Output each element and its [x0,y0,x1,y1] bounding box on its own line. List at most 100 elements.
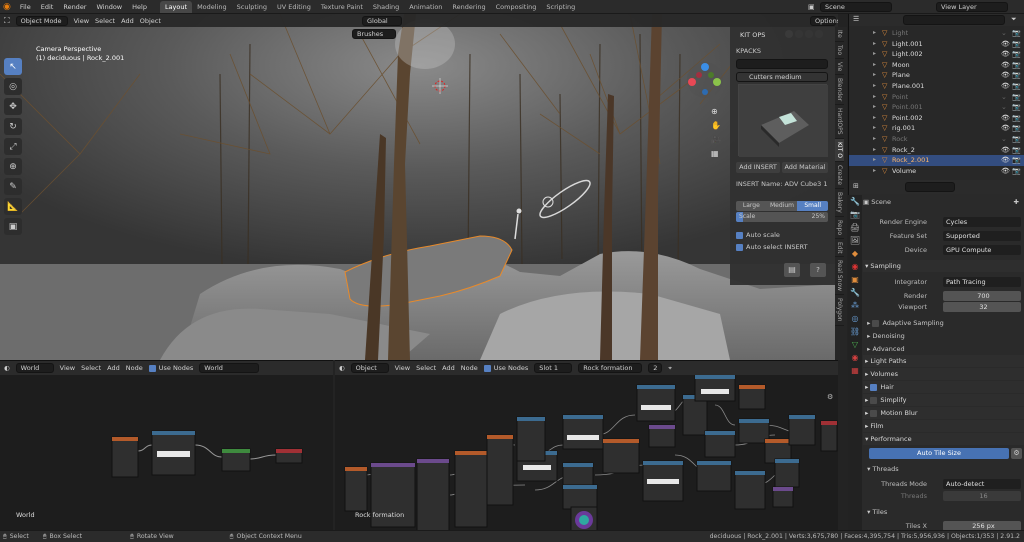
tab-compositing[interactable]: Compositing [491,1,542,13]
expand-arrow-icon[interactable]: ▸ [873,28,876,39]
scale-tool-icon[interactable]: ⤢ [4,138,22,155]
auto-select-checkbox[interactable]: Auto select INSERT [736,243,808,251]
visibility-eye-icon[interactable]: 👁 [1001,81,1010,92]
node-editor-sidebar-toggle[interactable]: ⚙ [827,393,835,403]
sidebar-tab-create[interactable]: Create [835,162,844,189]
outliner-item[interactable]: ▸ ▽ Rock_2 👁 📷 [849,145,1024,156]
expand-arrow-icon[interactable]: ▸ [873,70,876,81]
expand-arrow-icon[interactable]: ▸ [873,39,876,50]
move-tool-icon[interactable]: ✥ [4,98,22,115]
world-menu-view[interactable]: View [60,364,75,372]
navigation-gizmo[interactable] [683,58,727,102]
outliner-item[interactable]: ▸ ▽ Point.001 ⌄ 📷 [849,102,1024,113]
tab-shading[interactable]: Shading [368,1,404,13]
modifier-tab-icon[interactable]: 🔧 [850,288,860,297]
camera-view-icon[interactable]: 🎥 [711,135,721,144]
visibility-eye-icon[interactable]: 👁 [1001,113,1010,124]
world-node-editor[interactable]: ◐ World View Select Add Node Use Nodes W… [0,360,333,530]
outliner-type-icon[interactable]: ☰ [853,15,859,23]
sidebar-tab-blender[interactable]: Blender [835,75,844,106]
feature-set-dropdown[interactable]: Supported [943,231,1021,241]
menu-edit[interactable]: Edit [41,3,54,11]
viewport-samples-field[interactable]: 32 [943,302,1021,312]
cursor-tool-icon[interactable]: ◎ [4,78,22,95]
material-tab-icon[interactable]: ◉ [852,353,859,362]
expand-arrow-icon[interactable]: ▸ [873,155,876,166]
annotate-tool-icon[interactable]: ✎ [4,178,22,195]
material-menu-add[interactable]: Add [442,364,455,372]
threads-count-field[interactable]: 16 [943,491,1021,501]
blender-logo-icon[interactable]: ◉ [3,2,11,12]
sidebar-tab-kitops[interactable]: KIT O [835,138,844,162]
visibility-eye-icon[interactable]: ⌄ [1001,92,1007,103]
options-dropdown[interactable]: Options [810,16,838,26]
world-use-nodes-toggle[interactable]: Use Nodes [148,364,193,372]
scene-selector[interactable]: Scene [820,2,892,12]
shader-type-selector[interactable]: World [15,363,54,373]
scene-icon[interactable]: ▣ [808,3,815,11]
visibility-eye-icon[interactable]: 👁 [1001,49,1010,60]
tab-layout[interactable]: Layout [159,0,193,13]
kpack-selector[interactable]: Cutters medium [736,72,828,82]
material-users-count[interactable]: 2 [648,363,663,373]
add-insert-button[interactable]: Add INSERT [736,162,780,173]
light-paths-panel[interactable]: ▸ Light Paths [863,355,1024,367]
outliner-item[interactable]: ▸ ▽ Light ⌄ 📷 [849,28,1024,39]
outliner-item[interactable]: ▸ ▽ Light.001 👁 📷 [849,39,1024,50]
viewport-menu-object[interactable]: Object [140,17,161,25]
3d-viewport[interactable]: ⛶ Object Mode View Select Add Object Glo… [0,14,838,360]
expand-arrow-icon[interactable]: ▸ [873,81,876,92]
zoom-icon[interactable]: ⊕ [711,107,721,116]
tab-uv-editing[interactable]: UV Editing [272,1,316,13]
texture-tab-icon[interactable]: ▦ [851,366,859,375]
material-shader-type-selector[interactable]: Object [350,363,389,373]
output-tab-icon[interactable]: 🖨 [850,223,860,232]
outliner-item[interactable]: ▸ ▽ Point ⌄ 📷 [849,92,1024,103]
render-camera-icon[interactable]: 📷 [1012,102,1021,113]
outliner-item[interactable]: ▸ ▽ rig.001 👁 📷 [849,123,1024,134]
material-selector[interactable]: Rock formation [578,363,643,373]
properties-type-icon[interactable]: ⊞ [853,182,859,190]
menu-file[interactable]: File [20,3,31,11]
visibility-eye-icon[interactable]: 👁 [1001,166,1010,177]
sidebar-tab-tool[interactable]: Too [835,42,844,59]
select-box-tool-icon[interactable]: ↖ [4,58,22,75]
outliner-item[interactable]: ▸ ▽ Plane.001 👁 📷 [849,81,1024,92]
slot-selector[interactable]: Slot 1 [534,363,573,373]
outliner-item[interactable]: ▸ ▽ Volume 👁 📷 [849,166,1024,177]
tab-scripting[interactable]: Scripting [541,1,580,13]
expand-arrow-icon[interactable]: ▸ [873,102,876,113]
visibility-eye-icon[interactable]: ⌄ [1001,134,1007,145]
visibility-eye-icon[interactable]: 👁 [1001,39,1010,50]
visibility-eye-icon[interactable]: 👁 [1001,123,1010,134]
properties-search-input[interactable] [905,182,955,192]
sampling-panel-header[interactable]: ▾ Sampling [863,260,1024,272]
viewport-menu-view[interactable]: View [74,17,89,25]
motion-blur-panel[interactable]: ▸ Motion Blur [863,407,1024,419]
kitops-info-icon[interactable]: ? [810,263,826,277]
sidebar-tab-bakery[interactable]: Bakery [835,189,844,217]
menu-render[interactable]: Render [63,3,86,11]
scale-slider[interactable]: Scale 25% [736,212,828,222]
render-tab-icon[interactable]: 📷 [850,210,860,219]
render-camera-icon[interactable]: 📷 [1012,113,1021,124]
menu-window[interactable]: Window [96,3,122,11]
film-panel[interactable]: ▸ Film [863,420,1024,432]
auto-scale-checkbox[interactable]: Auto scale [736,231,780,239]
denoising-subpanel[interactable]: ▸ Denoising [863,330,1024,342]
tool-tab-icon[interactable]: 🔧 [850,197,860,206]
render-samples-field[interactable]: 700 [943,291,1021,301]
visibility-eye-icon[interactable]: 👁 [1001,60,1010,71]
expand-arrow-icon[interactable]: ▸ [873,49,876,60]
physics-tab-icon[interactable]: ◎ [852,314,859,323]
render-camera-icon[interactable]: 📷 [1012,28,1021,39]
outliner-item[interactable]: ▸ ▽ Plane 👁 📷 [849,70,1024,81]
render-camera-icon[interactable]: 📷 [1012,60,1021,71]
transform-tool-icon[interactable]: ⊕ [4,158,22,175]
expand-arrow-icon[interactable]: ▸ [873,134,876,145]
outliner-item[interactable]: ▸ ▽ Point.002 👁 📷 [849,113,1024,124]
volumes-panel[interactable]: ▸ Volumes [863,368,1024,380]
material-menu-select[interactable]: Select [416,364,436,372]
sidebar-tab-edit[interactable]: Edit [835,239,844,258]
measure-tool-icon[interactable]: 📐 [4,198,22,215]
